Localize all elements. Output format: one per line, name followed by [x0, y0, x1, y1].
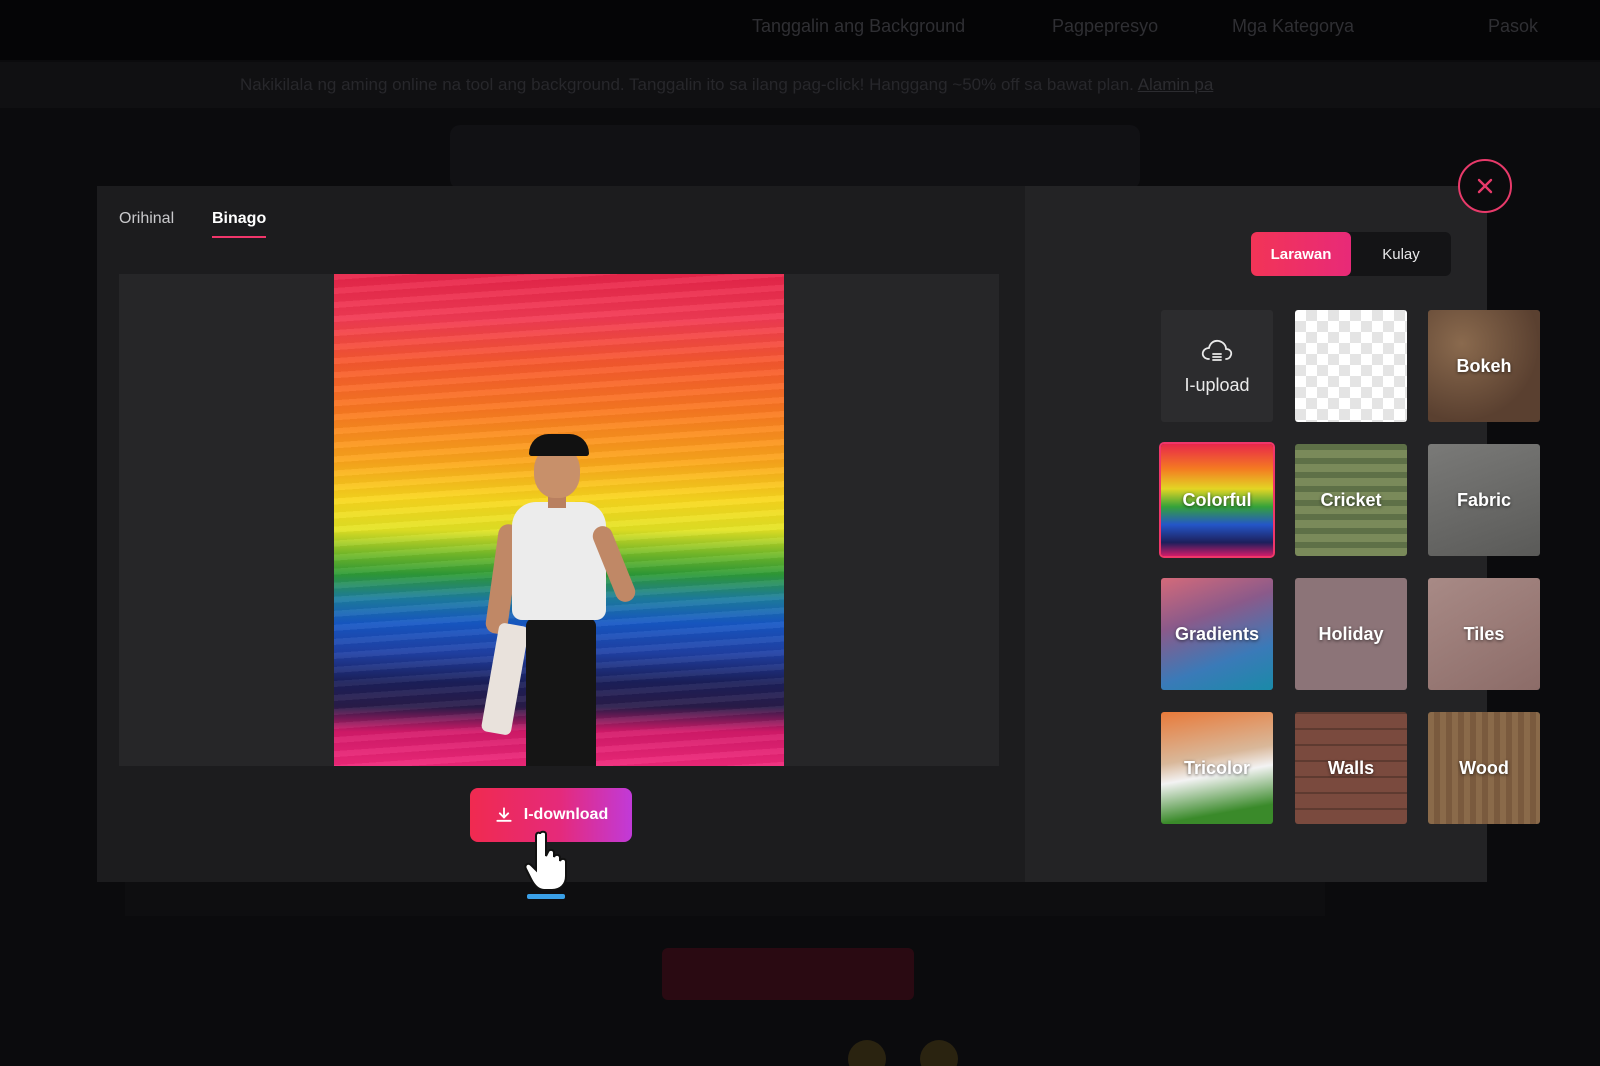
bokeh-tile[interactable]: Bokeh — [1428, 310, 1540, 422]
fabric-tile[interactable]: Fabric — [1428, 444, 1540, 556]
tab-original[interactable]: Orihinal — [119, 210, 174, 236]
nav-login[interactable]: Pasok — [1488, 16, 1538, 37]
promo-banner: Nakikilala ng aming online na tool ang b… — [0, 62, 1600, 108]
background-options-pane: Larawan Kulay I-upload Bokeh Colorful Cr… — [1025, 186, 1540, 882]
edited-photo — [334, 274, 784, 766]
preview-pane: Orihinal Binago I-download — [97, 186, 1025, 899]
upload-tile[interactable]: I-upload — [1161, 310, 1273, 422]
colorful-tile[interactable]: Colorful — [1159, 442, 1275, 558]
background-button — [662, 948, 914, 1000]
cloud-upload-icon — [1201, 339, 1233, 361]
toggle-image[interactable]: Larawan — [1251, 232, 1351, 276]
toggle-color[interactable]: Kulay — [1351, 232, 1451, 276]
result-modal: Orihinal Binago I-download Larawan Kulay… — [97, 186, 1540, 899]
holiday-tile[interactable]: Holiday — [1295, 578, 1407, 690]
cricket-tile[interactable]: Cricket — [1295, 444, 1407, 556]
tab-edited[interactable]: Binago — [212, 210, 267, 238]
walls-tile[interactable]: Walls — [1295, 712, 1407, 824]
nav-pricing[interactable]: Pagpepresyo — [1052, 16, 1158, 37]
person-cutout — [480, 434, 639, 766]
nav-remove-background[interactable]: Tanggalin ang Background — [752, 16, 965, 37]
wood-tile[interactable]: Wood — [1428, 712, 1540, 824]
banner-link[interactable]: Alamin pa — [1138, 75, 1214, 94]
download-label: I-download — [523, 806, 609, 823]
image-preview-area — [119, 274, 999, 766]
upload-tile-label: I-upload — [1184, 374, 1250, 395]
gradients-tile[interactable]: Gradients — [1161, 578, 1273, 690]
close-icon — [1477, 178, 1493, 194]
background-dot — [848, 1040, 886, 1066]
banner-text: Nakikilala ng aming online na tool ang b… — [240, 75, 1134, 94]
page: Tanggalin ang Background Pagpepresyo Mga… — [0, 0, 1600, 1066]
nav-categories[interactable]: Mga Kategorya — [1232, 16, 1354, 37]
background-upload-area — [450, 125, 1140, 189]
background-type-toggle: Larawan Kulay — [1251, 232, 1451, 276]
tiles-tile[interactable]: Tiles — [1428, 578, 1540, 690]
background-content-strip — [125, 880, 1325, 916]
background-dot — [920, 1040, 958, 1066]
tricolor-tile[interactable]: Tricolor — [1161, 712, 1273, 824]
download-icon — [496, 807, 512, 822]
transparent-tile[interactable] — [1295, 310, 1407, 422]
close-button[interactable] — [1458, 159, 1512, 213]
hand-pointer-cursor-icon — [524, 830, 567, 899]
top-navigation: Tanggalin ang Background Pagpepresyo Mga… — [0, 0, 1600, 60]
